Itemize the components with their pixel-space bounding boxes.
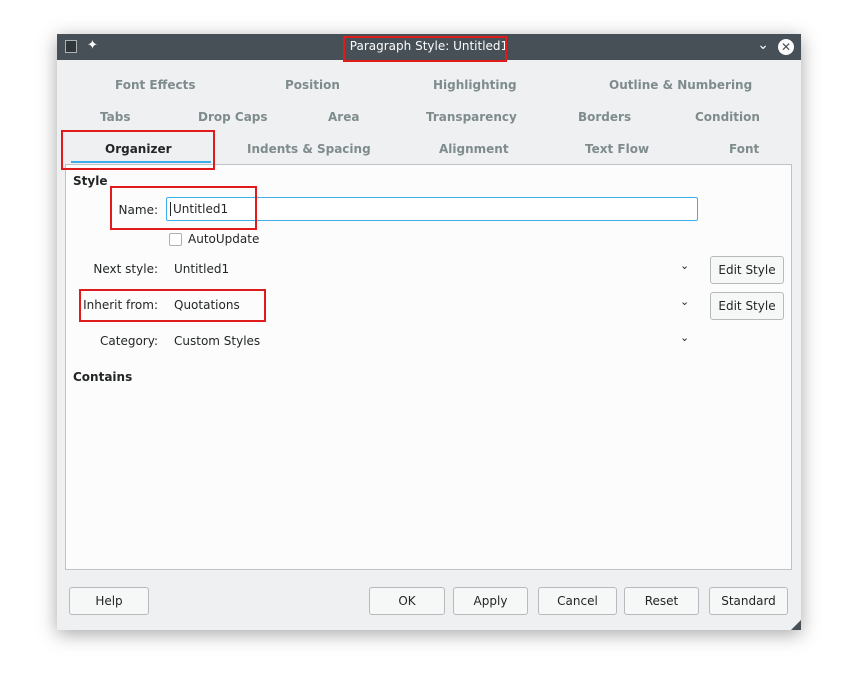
paragraph-style-dialog: ✦ Paragraph Style: Untitled1 ⌄ ✕ Font Ef… <box>57 34 801 630</box>
tab-bar: Font Effects Position Highlighting Outli… <box>65 70 793 166</box>
tab-borders[interactable]: Borders <box>578 110 631 124</box>
tab-transparency[interactable]: Transparency <box>426 110 517 124</box>
tab-row-2: Tabs Drop Caps Area Transparency Borders… <box>65 102 793 134</box>
category-chevron-down-icon[interactable]: ⌄ <box>680 331 689 344</box>
autoupdate-checkbox[interactable] <box>169 233 182 246</box>
apply-button[interactable]: Apply <box>453 587 528 615</box>
tab-text-flow[interactable]: Text Flow <box>585 142 649 156</box>
tab-font-effects[interactable]: Font Effects <box>115 78 195 92</box>
text-cursor <box>170 202 171 216</box>
next-style-label: Next style: <box>93 262 158 276</box>
next-style-value[interactable]: Untitled1 <box>174 262 229 276</box>
style-section-title: Style <box>73 174 108 188</box>
contains-section-title: Contains <box>73 370 133 384</box>
window-title: Paragraph Style: Untitled1 <box>349 39 509 53</box>
tab-indents-spacing[interactable]: Indents & Spacing <box>247 142 371 156</box>
next-style-chevron-down-icon[interactable]: ⌄ <box>680 259 689 272</box>
tab-outline-numbering[interactable]: Outline & Numbering <box>609 78 752 92</box>
tab-highlighting[interactable]: Highlighting <box>433 78 517 92</box>
standard-button[interactable]: Standard <box>709 587 788 615</box>
name-label: Name: <box>118 203 158 217</box>
tab-alignment[interactable]: Alignment <box>439 142 509 156</box>
tab-area[interactable]: Area <box>328 110 359 124</box>
reset-button[interactable]: Reset <box>624 587 699 615</box>
inherit-from-edit-button[interactable]: Edit Style <box>710 292 784 320</box>
category-value[interactable]: Custom Styles <box>174 334 260 348</box>
name-field[interactable]: Untitled1 <box>166 197 698 221</box>
title-bar[interactable]: ✦ Paragraph Style: Untitled1 ⌄ ✕ <box>57 34 801 60</box>
category-label: Category: <box>100 334 158 348</box>
tab-position[interactable]: Position <box>285 78 340 92</box>
minimize-icon[interactable]: ⌄ <box>757 37 769 53</box>
inherit-from-value[interactable]: Quotations <box>174 298 240 312</box>
close-icon[interactable]: ✕ <box>778 39 794 55</box>
resize-grip[interactable] <box>791 620 801 630</box>
next-style-edit-button[interactable]: Edit Style <box>710 256 784 284</box>
tab-row-1: Font Effects Position Highlighting Outli… <box>65 70 793 102</box>
inherit-from-label: Inherit from: <box>83 298 158 312</box>
autoupdate-label: AutoUpdate <box>188 232 260 246</box>
name-value: Untitled1 <box>173 202 229 216</box>
cancel-button[interactable]: Cancel <box>538 587 617 615</box>
tab-row-3: Organizer Indents & Spacing Alignment Te… <box>65 134 793 166</box>
tab-drop-caps[interactable]: Drop Caps <box>198 110 268 124</box>
tab-condition[interactable]: Condition <box>695 110 760 124</box>
inherit-from-chevron-down-icon[interactable]: ⌄ <box>680 295 689 308</box>
tab-organizer[interactable]: Organizer <box>105 142 172 156</box>
tab-font[interactable]: Font <box>729 142 759 156</box>
active-tab-indicator <box>71 161 211 163</box>
tab-tabs[interactable]: Tabs <box>100 110 130 124</box>
organizer-panel: Style Name: Untitled1 AutoUpdate Next st… <box>65 164 792 570</box>
help-button[interactable]: Help <box>69 587 149 615</box>
ok-button[interactable]: OK <box>369 587 445 615</box>
